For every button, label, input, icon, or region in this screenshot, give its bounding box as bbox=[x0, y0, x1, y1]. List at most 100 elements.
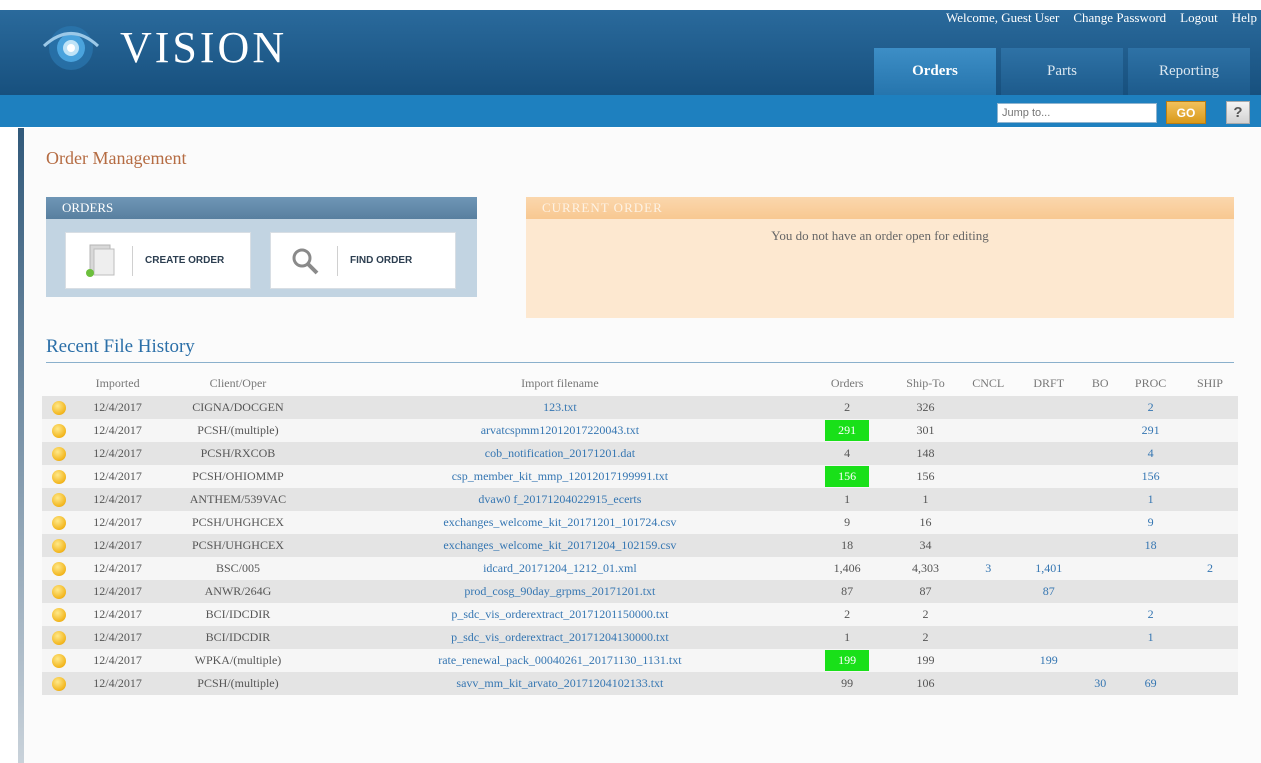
table-row[interactable]: 12/4/2017 PCSH/OHIOMMP csp_member_kit_mmp_… bbox=[42, 465, 1238, 488]
proc-cell[interactable]: 18 bbox=[1119, 534, 1182, 557]
proc-cell[interactable]: 156 bbox=[1119, 465, 1182, 488]
bo-cell[interactable] bbox=[1081, 557, 1120, 580]
ship-cell[interactable] bbox=[1181, 511, 1238, 534]
create-order-button[interactable]: CREATE ORDER bbox=[65, 232, 251, 289]
tab-orders[interactable]: Orders bbox=[874, 48, 996, 95]
drft-cell[interactable] bbox=[1016, 626, 1082, 649]
filename-link[interactable]: 123.txt bbox=[316, 396, 804, 419]
table-row[interactable]: 12/4/2017 BCI/IDCDIR p_sdc_vis_orderextrac… bbox=[42, 626, 1238, 649]
table-row[interactable]: 12/4/2017 PCSH/UHGHCEX exchanges_welcome_k… bbox=[42, 534, 1238, 557]
column-header[interactable]: Imported bbox=[76, 370, 160, 396]
column-header[interactable]: CNCL bbox=[960, 370, 1016, 396]
column-header[interactable]: Client/Oper bbox=[160, 370, 317, 396]
cncl-cell[interactable] bbox=[960, 488, 1017, 511]
filename-link[interactable]: savv_mm_kit_arvato_20171204102133.txt bbox=[316, 672, 804, 695]
cncl-cell[interactable] bbox=[960, 626, 1017, 649]
filename-link[interactable]: exchanges_welcome_kit_20171204_102159.cs… bbox=[316, 534, 804, 557]
cncl-cell[interactable] bbox=[960, 534, 1017, 557]
change-password-link[interactable]: Change Password bbox=[1073, 10, 1166, 26]
drft-cell[interactable]: 87 bbox=[1016, 580, 1082, 603]
table-row[interactable]: 12/4/2017 BCI/IDCDIR p_sdc_vis_orderextrac… bbox=[42, 603, 1238, 626]
ship-cell[interactable] bbox=[1181, 580, 1238, 603]
drft-cell[interactable] bbox=[1016, 419, 1082, 442]
column-header[interactable]: Import filename bbox=[316, 370, 803, 396]
table-row[interactable]: 12/4/2017 PCSH/(multiple) savv_mm_kit_arva… bbox=[42, 672, 1238, 695]
table-row[interactable]: 12/4/2017 PCSH/(multiple) arvatcspmm120120… bbox=[42, 419, 1238, 442]
proc-cell[interactable]: 4 bbox=[1119, 442, 1182, 465]
cncl-cell[interactable] bbox=[960, 396, 1017, 419]
tab-reporting[interactable]: Reporting bbox=[1128, 48, 1250, 95]
proc-cell[interactable] bbox=[1119, 649, 1182, 672]
cncl-cell[interactable] bbox=[960, 419, 1017, 442]
bo-cell[interactable] bbox=[1081, 534, 1120, 557]
tab-parts[interactable]: Parts bbox=[1001, 48, 1123, 95]
cncl-cell[interactable] bbox=[960, 649, 1017, 672]
filename-link[interactable]: csp_member_kit_mmp_12012017199991.txt bbox=[316, 465, 804, 488]
proc-cell[interactable]: 2 bbox=[1119, 603, 1182, 626]
ship-cell[interactable] bbox=[1181, 649, 1238, 672]
ship-cell[interactable] bbox=[1181, 465, 1238, 488]
bo-cell[interactable] bbox=[1081, 442, 1120, 465]
bo-cell[interactable] bbox=[1081, 580, 1120, 603]
column-header[interactable]: Orders bbox=[803, 370, 890, 396]
help-question-icon[interactable]: ? bbox=[1226, 101, 1250, 124]
cncl-cell[interactable] bbox=[960, 580, 1017, 603]
filename-link[interactable]: cob_notification_20171201.dat bbox=[316, 442, 804, 465]
ship-cell[interactable] bbox=[1181, 419, 1238, 442]
go-button[interactable]: GO bbox=[1166, 101, 1206, 124]
proc-cell[interactable] bbox=[1119, 557, 1182, 580]
bo-cell[interactable]: 30 bbox=[1081, 672, 1120, 695]
proc-cell[interactable]: 2 bbox=[1119, 396, 1182, 419]
bo-cell[interactable] bbox=[1081, 396, 1120, 419]
bo-cell[interactable] bbox=[1081, 465, 1120, 488]
logout-link[interactable]: Logout bbox=[1180, 10, 1218, 26]
drft-cell[interactable] bbox=[1016, 396, 1082, 419]
cncl-cell[interactable] bbox=[960, 672, 1017, 695]
table-row[interactable]: 12/4/2017 ANWR/264G prod_cosg_90day_grpms_… bbox=[42, 580, 1238, 603]
table-row[interactable]: 12/4/2017 CIGNA/DOCGEN 123.txt 2 326 2 bbox=[42, 396, 1238, 419]
table-row[interactable]: 12/4/2017 PCSH/UHGHCEX exchanges_welcome_k… bbox=[42, 511, 1238, 534]
jump-to-input[interactable] bbox=[997, 103, 1157, 123]
table-row[interactable]: 12/4/2017 ANTHEM/539VAC dvaw0 f_2017120402… bbox=[42, 488, 1238, 511]
ship-cell[interactable] bbox=[1181, 396, 1238, 419]
bo-cell[interactable] bbox=[1081, 419, 1120, 442]
column-header[interactable]: BO bbox=[1081, 370, 1119, 396]
filename-link[interactable]: rate_renewal_pack_00040261_20171130_1131… bbox=[316, 649, 804, 672]
column-header[interactable]: SHIP bbox=[1182, 370, 1238, 396]
drft-cell[interactable] bbox=[1016, 603, 1082, 626]
ship-cell[interactable] bbox=[1181, 442, 1238, 465]
cncl-cell[interactable] bbox=[960, 465, 1017, 488]
drft-cell[interactable] bbox=[1016, 465, 1082, 488]
ship-cell[interactable] bbox=[1181, 672, 1238, 695]
filename-link[interactable]: dvaw0 f_20171204022915_ecerts bbox=[316, 488, 804, 511]
bo-cell[interactable] bbox=[1081, 649, 1120, 672]
proc-cell[interactable]: 9 bbox=[1119, 511, 1182, 534]
cncl-cell[interactable] bbox=[960, 603, 1017, 626]
column-header[interactable]: DRFT bbox=[1016, 370, 1081, 396]
table-row[interactable]: 12/4/2017 BSC/005 idcard_20171204_1212_01.… bbox=[42, 557, 1238, 580]
filename-link[interactable]: p_sdc_vis_orderextract_20171201150000.tx… bbox=[316, 603, 804, 626]
table-row[interactable]: 12/4/2017 WPKA/(multiple) rate_renewal_pac… bbox=[42, 649, 1238, 672]
find-order-button[interactable]: FIND ORDER bbox=[270, 232, 456, 289]
proc-cell[interactable]: 1 bbox=[1119, 488, 1182, 511]
drft-cell[interactable] bbox=[1016, 511, 1082, 534]
drft-cell[interactable]: 199 bbox=[1016, 649, 1082, 672]
table-row[interactable]: 12/4/2017 PCSH/RXCOB cob_notification_2017… bbox=[42, 442, 1238, 465]
ship-cell[interactable] bbox=[1181, 534, 1238, 557]
cncl-cell[interactable] bbox=[960, 511, 1017, 534]
drft-cell[interactable] bbox=[1016, 534, 1082, 557]
proc-cell[interactable]: 1 bbox=[1119, 626, 1182, 649]
cncl-cell[interactable] bbox=[960, 442, 1017, 465]
filename-link[interactable]: p_sdc_vis_orderextract_20171204130000.tx… bbox=[316, 626, 804, 649]
bo-cell[interactable] bbox=[1081, 488, 1120, 511]
filename-link[interactable]: exchanges_welcome_kit_20171201_101724.cs… bbox=[316, 511, 804, 534]
ship-cell[interactable] bbox=[1181, 603, 1238, 626]
drft-cell[interactable] bbox=[1016, 672, 1082, 695]
filename-link[interactable]: prod_cosg_90day_grpms_20171201.txt bbox=[316, 580, 804, 603]
drft-cell[interactable] bbox=[1016, 442, 1082, 465]
filename-link[interactable]: idcard_20171204_1212_01.xml bbox=[316, 557, 804, 580]
bo-cell[interactable] bbox=[1081, 603, 1120, 626]
proc-cell[interactable]: 291 bbox=[1119, 419, 1182, 442]
column-header[interactable]: PROC bbox=[1119, 370, 1182, 396]
proc-cell[interactable] bbox=[1119, 580, 1182, 603]
